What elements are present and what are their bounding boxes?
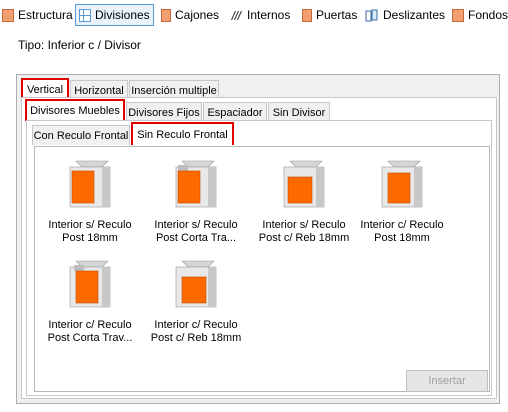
puertas-icon bbox=[302, 8, 312, 22]
toolbar-divisiones[interactable]: Divisiones bbox=[75, 4, 154, 26]
item-interior-s-reculo-post-c-reb-18mm[interactable]: Interior s/ Reculo Post c/ Reb 18mm bbox=[254, 155, 354, 245]
divisiones-icon bbox=[79, 8, 91, 22]
item-line1: Interior s/ Reculo bbox=[48, 219, 132, 231]
cabinet-thumbnail-icon bbox=[175, 260, 217, 308]
internos-icon bbox=[231, 10, 242, 20]
item-interior-s-reculo-post-corta-tra[interactable]: Interior s/ Reculo Post Corta Tra... bbox=[146, 155, 246, 245]
item-interior-c-reculo-post-c-reb-18mm[interactable]: Interior c/ Reculo Post c/ Reb 18mm bbox=[146, 255, 246, 345]
tab-vertical[interactable]: Vertical bbox=[21, 78, 69, 99]
deslizantes-icon bbox=[365, 9, 378, 21]
cabinet-thumbnail-icon bbox=[69, 260, 111, 308]
item-interior-s-reculo-post-18mm[interactable]: Interior s/ Reculo Post 18mm bbox=[40, 155, 140, 245]
toolbar-puertas[interactable]: Puertas bbox=[302, 4, 357, 26]
tab-sin-reculo-frontal[interactable]: Sin Reculo Frontal bbox=[131, 122, 234, 145]
item-line1: Interior s/ Reculo bbox=[154, 219, 238, 231]
toolbar-estructura[interactable]: Estructura bbox=[2, 4, 73, 26]
tab-espaciador[interactable]: Espaciador bbox=[203, 102, 267, 122]
item-line2: Post 18mm bbox=[374, 232, 430, 244]
item-line2: Post c/ Reb 18mm bbox=[258, 232, 350, 244]
tipo-label: Tipo: Inferior c / Divisor bbox=[18, 38, 141, 52]
toolbar-internos[interactable]: Internos bbox=[229, 4, 290, 26]
item-line2: Post Corta Tra... bbox=[155, 232, 237, 244]
insertar-button[interactable]: Insertar bbox=[406, 370, 488, 392]
cabinet-thumbnail-icon bbox=[175, 160, 217, 208]
tab-sin-divisor[interactable]: Sin Divisor bbox=[268, 102, 330, 122]
item-line2: Post 18mm bbox=[62, 232, 118, 244]
cajones-icon bbox=[161, 8, 171, 22]
tab-divisores-muebles[interactable]: Divisores Muebles bbox=[25, 99, 125, 121]
item-line1: Interior c/ Reculo bbox=[360, 219, 444, 231]
item-interior-c-reculo-post-corta-trav[interactable]: Interior c/ Reculo Post Corta Trav... bbox=[40, 255, 140, 345]
toolbar: Estructura Divisiones Cajones Internos P… bbox=[0, 0, 508, 30]
item-line2: Post Corta Trav... bbox=[47, 332, 133, 344]
fondos-icon bbox=[452, 8, 464, 22]
toolbar-deslizantes[interactable]: Deslizantes bbox=[365, 4, 445, 26]
cabinet-thumbnail-icon bbox=[69, 160, 111, 208]
item-interior-c-reculo-post-18mm[interactable]: Interior c/ Reculo Post 18mm bbox=[352, 155, 452, 245]
cabinet-thumbnail-icon bbox=[381, 160, 423, 208]
estructura-icon bbox=[2, 8, 14, 22]
item-line1: Interior s/ Reculo bbox=[262, 219, 346, 231]
tab-con-reculo-frontal[interactable]: Con Reculo Frontal bbox=[32, 125, 130, 145]
tab-divisores-fijos[interactable]: Divisores Fijos bbox=[126, 102, 202, 122]
item-line2: Post c/ Reb 18mm bbox=[150, 332, 242, 344]
toolbar-cajones[interactable]: Cajones bbox=[161, 4, 219, 26]
cabinet-thumbnail-icon bbox=[283, 160, 325, 208]
item-line1: Interior c/ Reculo bbox=[154, 319, 238, 331]
item-line1: Interior c/ Reculo bbox=[48, 319, 132, 331]
toolbar-fondos[interactable]: Fondos bbox=[452, 4, 508, 26]
